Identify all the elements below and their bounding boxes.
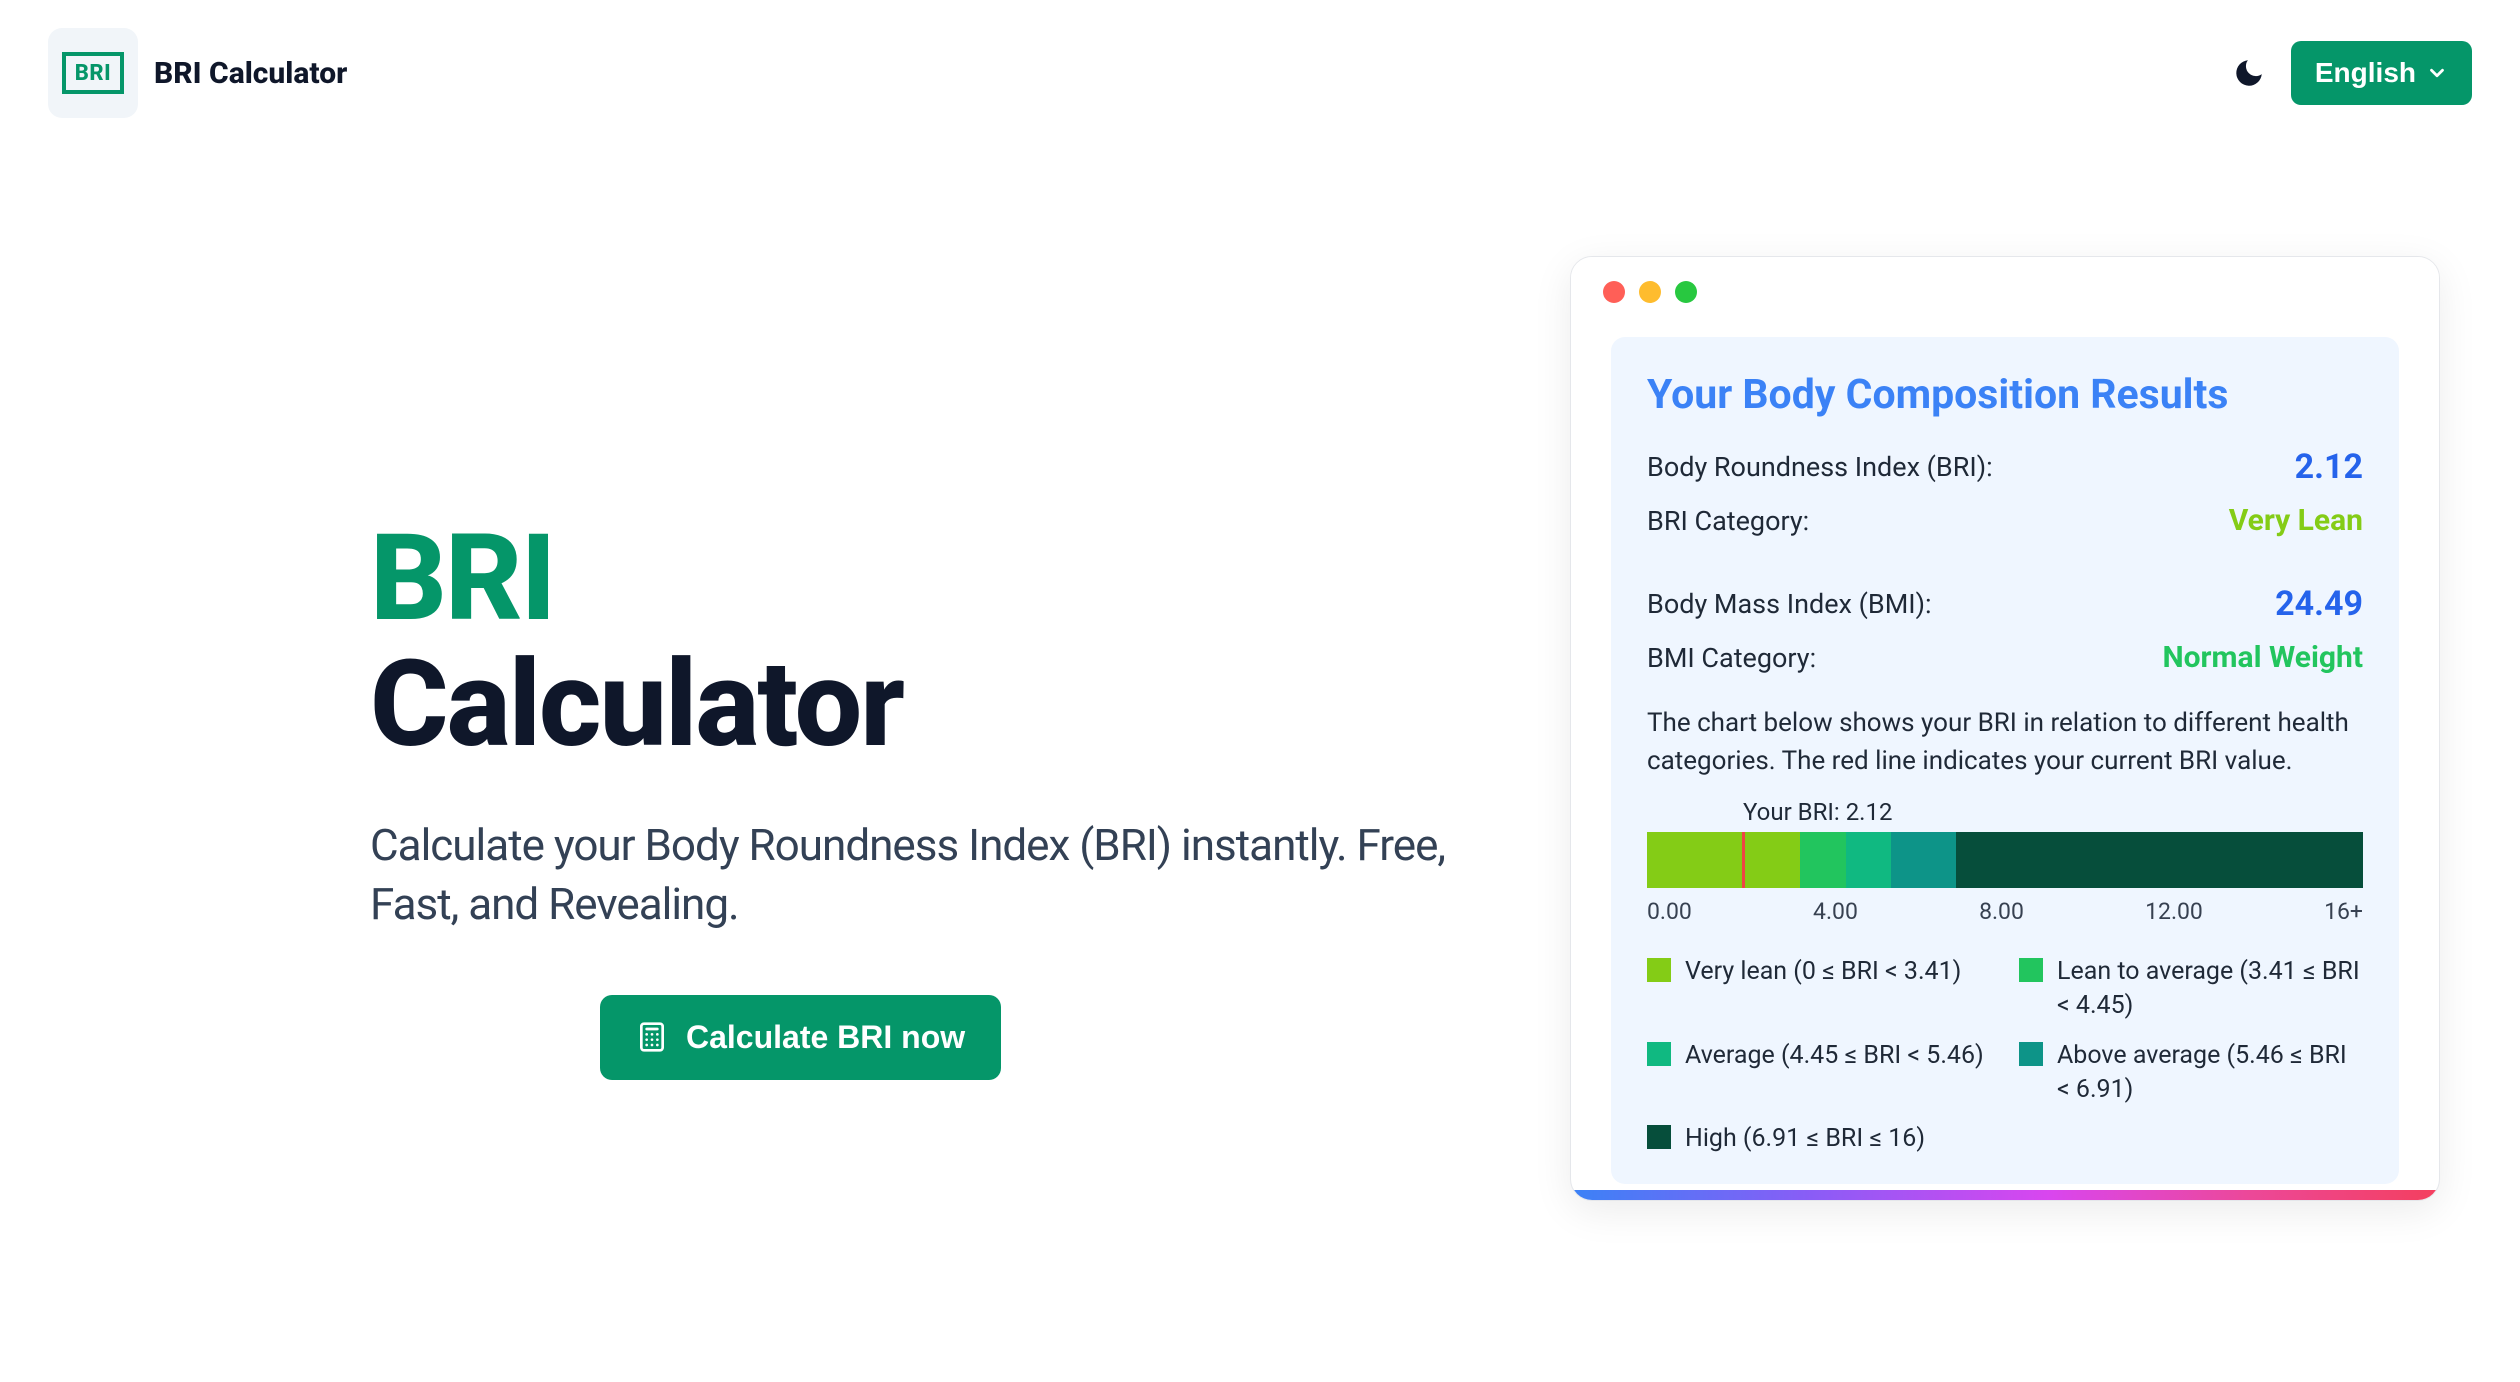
legend-swatch <box>1647 1042 1671 1066</box>
hero-title: BRI Calculator <box>370 516 1530 768</box>
legend-item: High (6.91 ≤ BRI ≤ 16) <box>1647 1122 1991 1156</box>
moon-icon <box>2232 56 2266 90</box>
app-title: BRI Calculator <box>154 56 347 91</box>
axis-tick: 0.00 <box>1647 898 1692 925</box>
chart-bar <box>1647 832 2363 888</box>
bri-category-label: BRI Category: <box>1647 505 1809 537</box>
bri-value: 2.12 <box>2295 447 2363 487</box>
bmi-value: 24.49 <box>2275 584 2363 624</box>
chart-marker-label: Your BRI: 2.12 <box>1743 798 2363 826</box>
legend-label: Above average (5.46 ≤ BRI < 6.91) <box>2057 1039 2363 1107</box>
calculate-button[interactable]: Calculate BRI now <box>600 995 1001 1080</box>
chart-marker <box>1742 832 1745 888</box>
hero-title-line2: Calculator <box>370 635 903 775</box>
chart-description: The chart below shows your BRI in relati… <box>1647 705 2363 780</box>
hero-subtitle: Calculate your Body Roundness Index (BRI… <box>370 816 1530 935</box>
window-maximize-icon[interactable] <box>1675 281 1697 303</box>
language-label: English <box>2315 57 2416 89</box>
chart-axis: 0.00 4.00 8.00 12.00 16+ <box>1647 898 2363 925</box>
legend-swatch <box>1647 1125 1671 1149</box>
bmi-label: Body Mass Index (BMI): <box>1647 588 1932 620</box>
bmi-category-label: BMI Category: <box>1647 642 1816 674</box>
chart-segment <box>1647 832 1800 888</box>
chart-segment <box>1800 832 1847 888</box>
calculate-button-label: Calculate BRI now <box>686 1019 965 1056</box>
axis-tick: 8.00 <box>1979 898 2024 925</box>
dark-mode-toggle[interactable] <box>2231 55 2267 91</box>
header-right: English <box>2231 41 2472 105</box>
legend-item: Average (4.45 ≤ BRI < 5.46) <box>1647 1039 1991 1107</box>
preview-window: Your Body Composition Results Body Round… <box>1570 256 2440 1201</box>
legend-item: Lean to average (3.41 ≤ BRI < 4.45) <box>2019 955 2363 1023</box>
legend-label: Lean to average (3.41 ≤ BRI < 4.45) <box>2057 955 2363 1023</box>
legend-label: High (6.91 ≤ BRI ≤ 16) <box>1685 1122 1925 1156</box>
bmi-category-row: BMI Category: Normal Weight <box>1647 640 2363 675</box>
legend-item: Above average (5.46 ≤ BRI < 6.91) <box>2019 1039 2363 1107</box>
chart: Your BRI: 2.12 0.00 4.00 8.00 12.00 16+ <box>1647 798 2363 925</box>
window-minimize-icon[interactable] <box>1639 281 1661 303</box>
language-selector[interactable]: English <box>2291 41 2472 105</box>
results-title: Your Body Composition Results <box>1647 371 2363 419</box>
bmi-row: Body Mass Index (BMI): 24.49 <box>1647 584 2363 624</box>
hero: BRI Calculator Calculate your Body Round… <box>80 246 1530 1201</box>
hero-title-line1: BRI <box>370 509 554 649</box>
bri-category-value: Very Lean <box>2229 503 2363 538</box>
bri-label: Body Roundness Index (BRI): <box>1647 451 1993 483</box>
axis-tick: 16+ <box>2324 898 2363 925</box>
results-panel: Your Body Composition Results Body Round… <box>1611 337 2399 1184</box>
bri-row: Body Roundness Index (BRI): 2.12 <box>1647 447 2363 487</box>
legend-swatch <box>2019 958 2043 982</box>
axis-tick: 4.00 <box>1813 898 1858 925</box>
preview-column: Your Body Composition Results Body Round… <box>1570 246 2440 1201</box>
rainbow-divider <box>1571 1190 2439 1200</box>
legend-label: Average (4.45 ≤ BRI < 5.46) <box>1685 1039 1984 1073</box>
chevron-down-icon <box>2426 62 2448 84</box>
legend-item: Very lean (0 ≤ BRI < 3.41) <box>1647 955 1991 1023</box>
header-left: BRI BRI Calculator <box>48 28 347 118</box>
window-close-icon[interactable] <box>1603 281 1625 303</box>
chart-segment <box>1891 832 1956 888</box>
legend-swatch <box>1647 958 1671 982</box>
window-titlebar <box>1571 257 2439 327</box>
main: BRI Calculator Calculate your Body Round… <box>0 146 2520 1201</box>
chart-segment <box>1846 832 1891 888</box>
logo-abbr: BRI <box>62 52 124 94</box>
legend-swatch <box>2019 1042 2043 1066</box>
bri-category-row: BRI Category: Very Lean <box>1647 503 2363 538</box>
bmi-category-value: Normal Weight <box>2162 640 2363 675</box>
calculator-icon <box>636 1021 668 1053</box>
chart-legend: Very lean (0 ≤ BRI < 3.41) Lean to avera… <box>1647 955 2363 1156</box>
legend-label: Very lean (0 ≤ BRI < 3.41) <box>1685 955 1961 989</box>
logo[interactable]: BRI <box>48 28 138 118</box>
axis-tick: 12.00 <box>2145 898 2203 925</box>
chart-segment <box>1956 832 2363 888</box>
header: BRI BRI Calculator English <box>0 0 2520 146</box>
